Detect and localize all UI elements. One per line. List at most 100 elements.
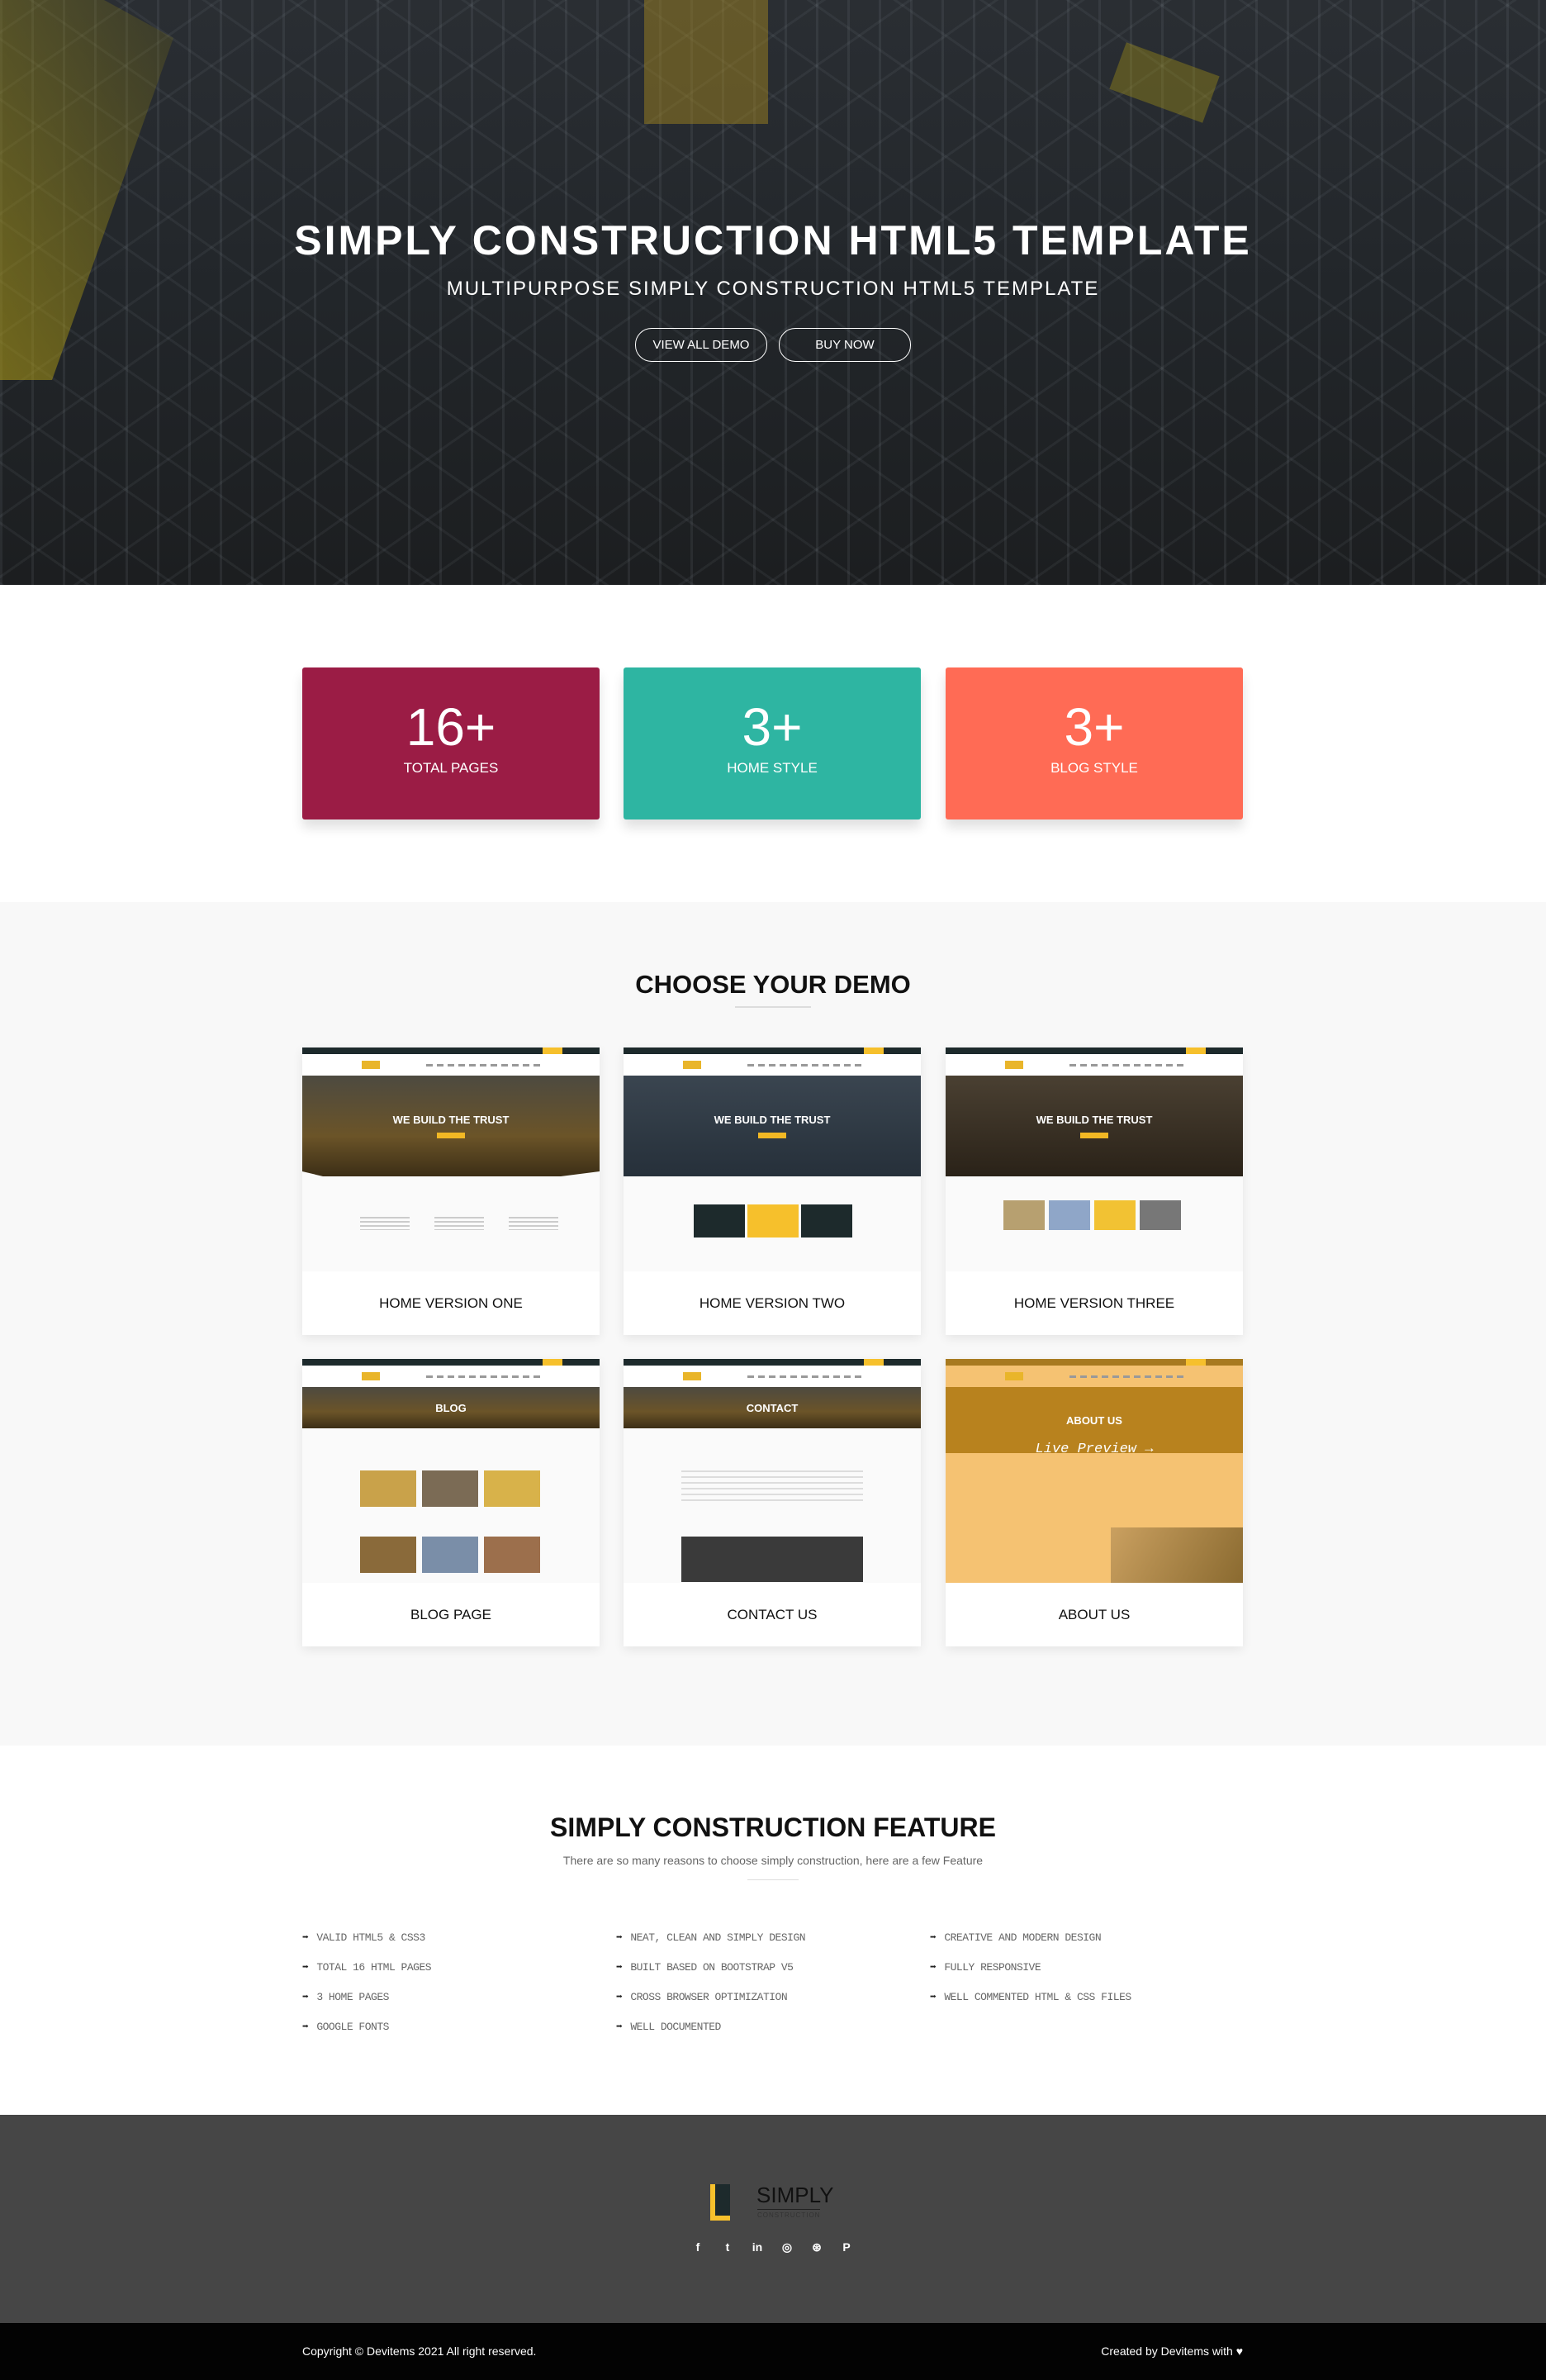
thumb-nav <box>302 1054 600 1076</box>
thumb-box <box>747 1204 799 1238</box>
thumb-heading: BLOG <box>435 1401 467 1414</box>
arrow-right-icon: ➡ <box>302 2021 309 2033</box>
arrow-right-icon: ➡ <box>930 1991 937 2003</box>
thumb-photo <box>1111 1527 1243 1583</box>
thumb-heading: CONTACT <box>746 1401 799 1414</box>
demo-thumbnail: CONTACT <box>624 1359 921 1583</box>
thumb-nav <box>302 1366 600 1387</box>
feature-text: CREATIVE AND MODERN DESIGN <box>944 1931 1102 1944</box>
pinterest-icon[interactable]: P <box>840 2240 853 2254</box>
hero-crane-image <box>0 0 173 380</box>
footer-logo[interactable]: SIMPLY CONSTRUCTION <box>710 2181 842 2222</box>
stat-value: 3+ <box>742 697 803 757</box>
thumb-heading: WE BUILD THE TRUST <box>392 1114 510 1126</box>
thumb-topbar <box>946 1047 1243 1054</box>
thumb-topbar <box>624 1359 921 1366</box>
stat-card: 3+ BLOG STYLE <box>946 667 1243 819</box>
live-preview-overlay[interactable]: Live Preview → <box>946 1442 1243 1457</box>
feature-text: VALID HTML5 & CSS3 <box>316 1931 425 1944</box>
demo-card[interactable]: WE BUILD THE TRUST HOME VERSION ONE <box>302 1047 600 1335</box>
buy-now-button[interactable]: BUY NOW <box>779 328 911 362</box>
stat-label: BLOG STYLE <box>1050 760 1138 776</box>
demo-card-label: ABOUT US <box>1058 1606 1131 1622</box>
thumb-photo <box>1003 1200 1045 1230</box>
heart-icon: ♥ <box>1235 2344 1243 2358</box>
thumb-text <box>681 1470 863 1504</box>
demo-thumbnail: BLOG <box>302 1359 600 1583</box>
view-all-demo-button[interactable]: VIEW ALL DEMO <box>635 328 767 362</box>
demo-card[interactable]: ABOUT US Live Preview → ABOUT US <box>946 1359 1243 1646</box>
feature-item: ➡ CREATIVE AND MODERN DESIGN <box>930 1931 1102 1944</box>
feature-item: ➡ WELL COMMENTED HTML & CSS FILES <box>930 1991 1131 2003</box>
feature-item: ➡ 3 HOME PAGES <box>302 1991 389 2003</box>
demo-card-label: HOME VERSION ONE <box>379 1295 523 1311</box>
demo-card-label: HOME VERSION TWO <box>699 1295 846 1311</box>
arrow-right-icon: ➡ <box>616 1931 623 1944</box>
thumb-hero: BLOG <box>302 1387 600 1428</box>
thumb-blog-photo <box>360 1470 416 1507</box>
demo-card[interactable]: CONTACT CONTACT US <box>624 1359 921 1646</box>
thumb-hero: WE BUILD THE TRUST <box>946 1076 1243 1176</box>
stat-label: HOME STYLE <box>727 760 818 776</box>
demo-card[interactable]: WE BUILD THE TRUST HOME VERSION THREE <box>946 1047 1243 1335</box>
thumb-nav <box>624 1054 921 1076</box>
thumb-topbar <box>946 1359 1243 1366</box>
arrow-right-icon: ➡ <box>302 1931 309 1944</box>
feature-text: WELL COMMENTED HTML & CSS FILES <box>944 1991 1131 2003</box>
thumb-feature <box>360 1217 410 1230</box>
bottom-bar: Copyright © Devitems 2021 All right rese… <box>0 2323 1546 2380</box>
thumb-hero: WE BUILD THE TRUST <box>624 1076 921 1176</box>
logo-mark-icon <box>710 2184 730 2221</box>
thumb-heading: WE BUILD THE TRUST <box>1036 1114 1153 1126</box>
feature-item: ➡ CROSS BROWSER OPTIMIZATION <box>616 1991 788 2003</box>
thumb-topbar <box>302 1047 600 1054</box>
feature-text: BUILT BASED ON BOOTSTRAP V5 <box>630 1961 794 1974</box>
feature-item: ➡ NEAT, CLEAN AND SIMPLY DESIGN <box>616 1931 806 1944</box>
thumb-photo <box>1049 1200 1090 1230</box>
hero-title: SIMPLY CONSTRUCTION HTML5 TEMPLATE <box>294 217 1252 264</box>
stat-value: 3+ <box>1064 697 1125 757</box>
arrow-right-icon: ➡ <box>616 1961 623 1974</box>
thumb-nav <box>946 1054 1243 1076</box>
thumb-photo <box>1140 1200 1181 1230</box>
facebook-icon[interactable]: f <box>691 2240 704 2254</box>
arrow-right-icon: ➡ <box>302 1961 309 1974</box>
thumb-nav <box>624 1366 921 1387</box>
arrow-right-icon: ➡ <box>930 1961 937 1974</box>
thumb-topbar <box>302 1359 600 1366</box>
thumb-photo <box>1094 1200 1136 1230</box>
feature-text: FULLY RESPONSIVE <box>944 1961 1041 1974</box>
thumb-blog-photo <box>422 1537 478 1573</box>
feature-item: ➡ BUILT BASED ON BOOTSTRAP V5 <box>616 1961 794 1974</box>
credit: Created by Devitems with ♥ <box>1101 2344 1243 2358</box>
feature-item: ➡ FULLY RESPONSIVE <box>930 1961 1041 1974</box>
thumb-box <box>801 1204 852 1238</box>
feature-item: ➡ TOTAL 16 HTML PAGES <box>302 1961 432 1974</box>
arrow-right-icon: ➡ <box>302 1991 309 2003</box>
demo-thumbnail: WE BUILD THE TRUST <box>946 1047 1243 1271</box>
hero-subtitle: MULTIPURPOSE SIMPLY CONSTRUCTION HTML5 T… <box>446 278 1100 300</box>
hero-lift-image <box>644 0 768 124</box>
arrow-right-icon: ➡ <box>616 1991 623 2003</box>
feature-text: NEAT, CLEAN AND SIMPLY DESIGN <box>630 1931 806 1944</box>
dribbble-icon[interactable]: ⊛ <box>810 2240 823 2254</box>
footer: SIMPLY CONSTRUCTION <box>0 2115 1546 2323</box>
hero-banner: SIMPLY CONSTRUCTION HTML5 TEMPLATE MULTI… <box>0 0 1546 585</box>
logo-subtext: CONSTRUCTION <box>757 2209 821 2219</box>
feature-text: 3 HOME PAGES <box>316 1991 389 2003</box>
feature-text: TOTAL 16 HTML PAGES <box>316 1961 432 1974</box>
thumb-hero: WE BUILD THE TRUST <box>302 1076 600 1176</box>
features-subtitle: There are so many reasons to choose simp… <box>562 1854 984 1867</box>
divider <box>747 1879 799 1880</box>
features-title: SIMPLY CONSTRUCTION FEATURE <box>550 1812 996 1842</box>
demo-card[interactable]: WE BUILD THE TRUST HOME VERSION TWO <box>624 1047 921 1335</box>
twitter-icon[interactable]: t <box>721 2240 734 2254</box>
demo-card[interactable]: BLOG BLOG PAGE <box>302 1359 600 1646</box>
linkedin-icon[interactable]: in <box>751 2240 764 2254</box>
demo-thumbnail: ABOUT US Live Preview → <box>946 1359 1243 1583</box>
instagram-icon[interactable]: ◎ <box>780 2240 794 2254</box>
feature-text: GOOGLE FONTS <box>316 2021 389 2033</box>
feature-text: CROSS BROWSER OPTIMIZATION <box>630 1991 788 2003</box>
thumb-heading: ABOUT US <box>1066 1413 1122 1427</box>
thumb-map <box>681 1537 863 1582</box>
